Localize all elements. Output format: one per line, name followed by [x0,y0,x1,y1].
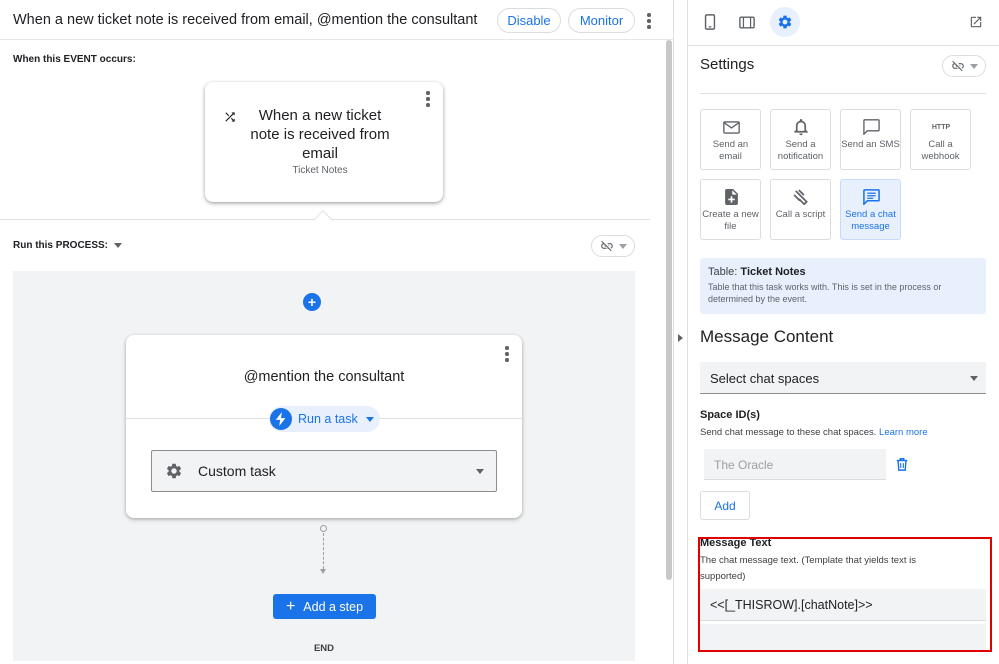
tile-label: Send an email [712,139,749,162]
plus-icon: + [285,597,296,615]
trash-icon[interactable] [895,457,909,471]
more-vert-icon[interactable] [647,13,651,31]
tile-send-chat-message[interactable]: Send a chat message [840,179,901,240]
tile-label: Call a script [775,209,826,220]
chat-spaces-select-value: Select chat spaces [710,371,820,386]
add-space-button[interactable]: Add [700,491,750,520]
space-id-input[interactable]: The Oracle [704,449,886,480]
message-content-title: Message Content [700,327,834,346]
chevron-down-icon [618,243,627,249]
divider [700,93,986,94]
scrollbar[interactable] [666,40,672,580]
table-prefix: Table: [708,266,738,278]
space-ids-label: Space ID(s) [700,409,760,421]
sms-icon [862,118,880,136]
chevron-down-icon [476,469,484,474]
script-icon [792,188,810,206]
bot-header: When a new ticket note is received from … [0,0,674,40]
chevron-down-icon [970,376,978,381]
tile-label: Send a notification [777,139,824,162]
space-id-value: The Oracle [714,458,774,472]
learn-more-link[interactable]: Learn more [879,427,928,438]
task-select-value: Custom task [198,463,276,479]
tile-label: Create a new file [702,209,759,232]
chevron-down-icon [114,243,123,248]
space-ids-description: Send chat message to these chat spaces. … [700,427,928,438]
bot-editor-pane: When a new ticket note is received from … [0,0,674,664]
step-card[interactable]: @mention the consultant Run a task Custo… [126,335,522,518]
link-off-icon [951,60,964,72]
bolt-icon [270,408,292,430]
add-circle-icon[interactable]: + [303,293,321,311]
link-toggle[interactable] [942,55,986,77]
monitor-button[interactable]: Monitor [568,8,635,33]
panel-toolbar [688,0,999,46]
app-root: When a new ticket note is received from … [0,0,999,664]
settings-gear-icon[interactable] [770,7,800,37]
mail-icon [722,118,740,136]
tile-create-file[interactable]: Create a new file [700,179,761,240]
table-description: Table that this task works with. This is… [708,282,942,304]
process-label-text: Run this PROCESS: [13,240,109,251]
tile-label: Call a webhook [921,139,960,162]
run-task-label: Run a task [298,412,358,426]
mobile-preview-icon[interactable] [695,7,725,37]
tile-label: Send an SMS [841,139,900,150]
more-vert-icon[interactable] [505,346,509,364]
process-section-label[interactable]: Run this PROCESS: [13,240,123,251]
link-toggle[interactable] [591,235,635,257]
tile-call-webhook[interactable]: HTTP Call a webhook [910,109,971,170]
shuffle-icon [225,112,235,122]
disable-button[interactable]: Disable [497,8,561,33]
table-info-heading: Table: Ticket Notes [708,266,978,278]
tile-send-sms[interactable]: Send an SMS [840,109,901,170]
add-step-label: Add a step [303,599,364,614]
more-vert-icon[interactable] [426,91,430,109]
file-add-icon [722,188,740,206]
table-info-box: Table: Ticket Notes Table that this task… [700,258,986,314]
chevron-down-icon [969,63,978,69]
collapse-panel-icon[interactable] [678,334,683,342]
open-in-new-icon[interactable] [961,7,991,37]
tile-send-email[interactable]: Send an email [700,109,761,170]
highlight-box [698,537,992,652]
add-step-button[interactable]: + Add a step [273,594,376,619]
run-task-dropdown[interactable]: Run a task [269,406,380,432]
connector-notch [313,210,333,230]
step-title: @mention the consultant [243,369,405,385]
gear-icon [166,463,182,479]
event-card-table: Ticket Notes [292,165,348,176]
table-name: Ticket Notes [740,266,806,278]
bot-title: When a new ticket note is received from … [13,12,478,28]
http-icon: HTTP [931,123,951,131]
chat-icon [862,188,880,206]
tile-call-script[interactable]: Call a script [770,179,831,240]
tablet-preview-icon[interactable] [732,7,762,37]
link-off-icon [600,240,613,252]
event-card-title: When a new ticket note is received from … [250,107,390,162]
bell-icon [792,118,810,136]
chat-spaces-select[interactable]: Select chat spaces [700,362,986,394]
tile-label: Send a chat message [845,209,896,232]
connector-dot [320,525,327,532]
event-section-label: When this EVENT occurs: [13,54,136,65]
arrow-down-icon [320,569,326,574]
connector-line [323,533,324,569]
chevron-down-icon [365,416,374,422]
settings-title: Settings [700,56,755,73]
tile-send-notification[interactable]: Send a notification [770,109,831,170]
end-label: END [313,643,335,654]
event-card[interactable]: When a new ticket note is received from … [205,82,443,202]
task-select[interactable]: Custom task [151,450,497,492]
